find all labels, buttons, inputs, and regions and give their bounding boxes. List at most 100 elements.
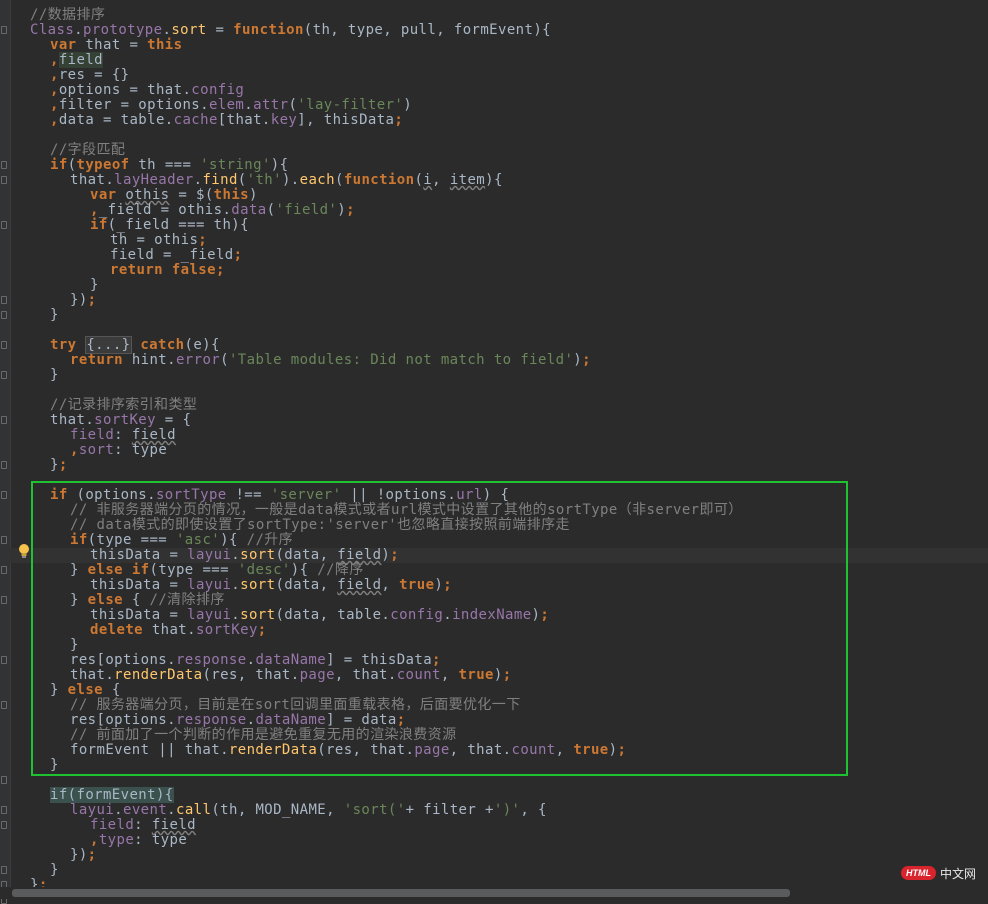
watermark: HTML 中文网 [900, 863, 976, 883]
code-token: } [50, 367, 59, 383]
code-token: othis [125, 187, 170, 203]
code-token: field [58, 52, 103, 68]
code-token: that. [50, 412, 95, 428]
code-token: } [50, 862, 59, 878]
code-token: th = othis [110, 232, 199, 248]
code-token: if(formEvent){ [50, 787, 174, 803]
code-line[interactable]: field = _field; [30, 248, 242, 263]
code-line[interactable]: ,_field = othis.data('field'); [30, 203, 355, 218]
code-line[interactable]: that.layHeader.find('th').each(function(… [30, 173, 503, 188]
code-token: error [175, 352, 221, 368]
code-line[interactable]: field: field [30, 818, 196, 833]
code-token: ; [394, 112, 404, 128]
code-line[interactable]: var that = this [30, 38, 182, 53]
code-token: typeof [76, 157, 130, 173]
code-token: hint. [122, 352, 176, 368]
code-editor[interactable]: //数据排序 Class.prototype.sort = function(th… [0, 0, 988, 904]
code-line[interactable]: try {...} catch(e){ [30, 336, 220, 354]
code-token: layHeader [114, 172, 194, 188]
code-token: (_field === th){ [107, 217, 249, 233]
code-token: i [423, 172, 433, 188]
code-token: , [50, 97, 59, 113]
code-token: ) [248, 187, 258, 203]
code-line[interactable]: //数据排序 [30, 8, 105, 23]
code-line[interactable]: //字段匹配 [30, 143, 125, 158]
code-token: var [50, 37, 77, 53]
code-token: (th, type, pull, formEvent){ [303, 22, 551, 38]
code-token: ; [233, 247, 243, 263]
scrollbar-thumb[interactable] [12, 889, 790, 897]
code-line[interactable]: th = othis; [30, 233, 207, 248]
code-token: data = table. [58, 112, 174, 128]
code-token: th === [129, 157, 201, 173]
code-token: 'sort(' [343, 802, 406, 818]
code-line[interactable]: var othis = $(this) [30, 188, 258, 203]
code-line[interactable]: if(formEvent){ [30, 787, 174, 803]
code-token: [that. [217, 112, 271, 128]
code-token: ) [337, 202, 347, 218]
code-token: attr [253, 97, 289, 113]
code-line[interactable]: } [30, 863, 59, 878]
code-token: //数据排序 [30, 7, 106, 23]
code-line[interactable]: Class.prototype.sort = function(th, type… [30, 23, 551, 38]
code-token: 'field' [275, 202, 338, 218]
code-token: find [202, 172, 238, 188]
code-line[interactable]: ,data = table.cache[that.key], thisData; [30, 113, 403, 128]
code-line[interactable]: //记录排序索引和类型 [30, 398, 197, 413]
code-token: config [191, 82, 245, 98]
code-line[interactable]: } [30, 368, 59, 383]
code-token: , [432, 172, 450, 188]
code-line[interactable]: return hint.error('Table modules: Did no… [30, 353, 591, 368]
code-token: ; [198, 232, 208, 248]
code-token: . [167, 802, 176, 818]
code-token: layui [70, 802, 115, 818]
code-token: + filter + [405, 802, 494, 818]
code-token: that. [70, 172, 115, 188]
code-token: . [114, 802, 123, 818]
code-token: }) [70, 292, 88, 308]
code-line[interactable]: } [30, 308, 59, 323]
code-token: , [50, 67, 59, 83]
code-token: : [134, 817, 152, 833]
code-line[interactable]: ,sort: type [30, 443, 167, 458]
code-token: this [147, 37, 183, 53]
code-line[interactable]: field: field [30, 428, 176, 443]
code-token: ; [215, 262, 225, 278]
code-line[interactable]: }); [30, 293, 97, 308]
code-token: catch [140, 337, 185, 353]
code-line[interactable]: }); [30, 848, 97, 863]
code-line[interactable]: ,field [30, 52, 103, 68]
code-token: field [131, 427, 176, 443]
code-line[interactable]: if(typeof th === 'string'){ [30, 158, 288, 173]
code-line[interactable]: if(_field === th){ [30, 218, 249, 233]
code-token: return false [110, 262, 216, 278]
code-token: ( [220, 352, 229, 368]
code-line[interactable]: }; [30, 458, 68, 473]
code-token: res = {} [58, 67, 130, 83]
code-line[interactable]: return false; [30, 263, 225, 278]
code-line[interactable]: } [30, 278, 99, 293]
code-token: 'string' [200, 157, 271, 173]
code-token: field = _field [110, 247, 234, 263]
code-line[interactable]: ,filter = options.elem.attr('lay-filter'… [30, 98, 412, 113]
code-token: prototype [83, 22, 163, 38]
horizontal-scrollbar[interactable] [0, 887, 988, 899]
code-token: return [70, 352, 123, 368]
lightbulb-icon[interactable] [17, 543, 31, 559]
code-line[interactable]: that.sortKey = { [30, 413, 191, 428]
code-token: if [90, 217, 108, 233]
code-token: , [50, 52, 59, 68]
code-token: , [90, 202, 99, 218]
highlight-box [31, 481, 848, 776]
code-token: key [270, 112, 298, 128]
code-token: sort [171, 22, 207, 38]
code-line[interactable]: layui.event.call(th, MOD_NAME, 'sort('+ … [30, 803, 547, 818]
code-line[interactable]: ,type: type [30, 833, 187, 848]
code-token: . [244, 97, 254, 113]
code-token: ( [288, 97, 298, 113]
code-line[interactable]: ,options = that.config [30, 83, 244, 98]
code-token: ){ [485, 172, 503, 188]
code-token: elem [208, 97, 245, 113]
code-line[interactable]: ,res = {} [30, 68, 129, 83]
code-token: try [50, 337, 77, 353]
